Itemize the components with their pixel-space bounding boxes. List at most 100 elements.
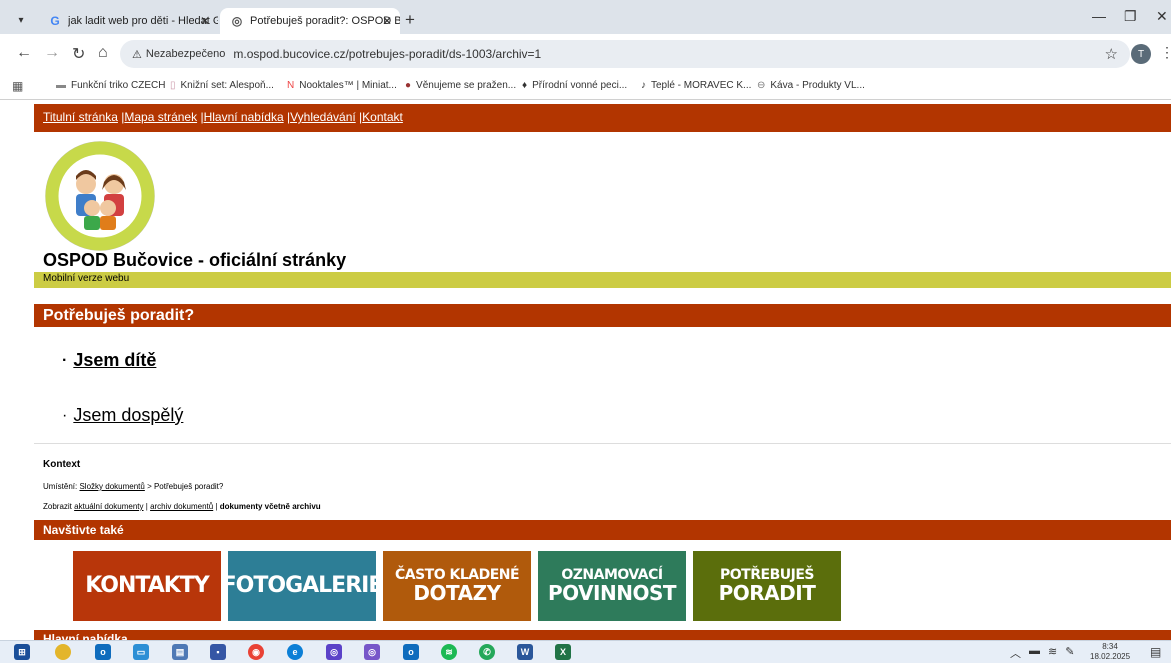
menu-icon[interactable]: ⋮: [1160, 44, 1171, 61]
bookmark-item[interactable]: ▯ Knižní set: Alespoň...: [170, 80, 274, 91]
link-i-am-adult[interactable]: Jsem dospělý: [73, 405, 183, 426]
nav-link-contact[interactable]: Kontakt: [362, 110, 403, 124]
promo-faq-button[interactable]: ČASTO KLADENÉ DOTAZY: [383, 551, 531, 621]
url-text[interactable]: m.ospod.bucovice.cz/potrebujes-poradit/d…: [233, 47, 541, 61]
minimize-icon[interactable]: —: [1092, 8, 1106, 24]
bookmark-star-icon[interactable]: ☆: [1105, 45, 1118, 63]
wifi-icon[interactable]: ≋: [1048, 645, 1057, 661]
filter-link-current[interactable]: aktuální dokumenty: [74, 502, 143, 511]
bookmark-item[interactable]: ⊖ Káva - Produkty VL...: [757, 80, 865, 91]
bookmark-label: Přírodní vonné peci...: [532, 80, 628, 91]
nav-link-main-menu[interactable]: Hlavní nabídka: [204, 110, 284, 124]
apps-icon[interactable]: ▦: [12, 79, 23, 93]
bookmark-item[interactable]: ● Věnujeme se pražen...: [405, 80, 516, 91]
avatar[interactable]: T: [1131, 44, 1151, 64]
battery-icon[interactable]: ▬: [1029, 645, 1040, 661]
tab-active[interactable]: ◎ Potřebuješ poradit?: OSPOD Bu ✕: [220, 8, 400, 34]
clock-date: 18.02.2025: [1090, 652, 1131, 661]
bookmark-favicon-icon: N: [287, 80, 295, 91]
promo-label-line2: DOTAZY: [413, 580, 501, 605]
new-tab-button[interactable]: +: [405, 10, 415, 30]
main-menu-title: Hlavní nabídka: [43, 632, 128, 640]
app-icon[interactable]: ◎: [364, 644, 380, 660]
whatsapp-icon[interactable]: ✆: [479, 644, 495, 660]
filter-separator: |: [145, 502, 148, 511]
filter-separator: |: [215, 502, 218, 511]
site-top-nav: Titulní stránka |Mapa stránek |Hlavní na…: [34, 104, 1171, 132]
bookmark-label: Knižní set: Alespoň...: [180, 80, 274, 91]
nav-link-home[interactable]: Titulní stránka: [43, 110, 118, 124]
clock-time: 8:34: [1102, 642, 1118, 651]
globe-icon: ◎: [231, 14, 243, 28]
close-icon[interactable]: ✕: [200, 14, 210, 28]
promo-notification-duty-button[interactable]: OZNAMOVACÍ POVINNOST: [538, 551, 686, 621]
bookmark-favicon-icon: ⊖: [757, 80, 766, 91]
outlook-mail-icon[interactable]: o: [403, 644, 419, 660]
forward-icon[interactable]: →: [44, 44, 60, 62]
chevron-up-icon[interactable]: ︿: [1010, 645, 1021, 661]
edge-icon[interactable]: e: [287, 644, 303, 660]
app-icon[interactable]: ◎: [326, 644, 342, 660]
spotify-icon[interactable]: ≋: [441, 644, 457, 660]
bookmark-item[interactable]: ♪ Teplé - MORAVEC K...: [641, 80, 751, 91]
nav-link-search[interactable]: Vyhledávání: [290, 110, 356, 124]
tab-list-button[interactable]: ▾: [10, 10, 32, 30]
link-i-am-child[interactable]: Jsem dítě: [73, 350, 156, 371]
security-indicator[interactable]: ⚠ Nezabezpečeno: [132, 48, 225, 61]
section-heading-bar: Potřebuješ poradit?: [34, 304, 1171, 327]
reload-icon[interactable]: ↻: [72, 44, 85, 64]
filter-link-archive[interactable]: archiv dokumentů: [150, 502, 213, 511]
tab-title: jak ladit web pro děti - Hledat G: [68, 15, 218, 27]
maximize-icon[interactable]: ❐: [1124, 8, 1137, 25]
tab-search[interactable]: G jak ladit web pro děti - Hledat G ✕: [38, 8, 218, 34]
breadcrumb-link-folders[interactable]: Složky dokumentů: [79, 482, 144, 491]
mobile-version-label: Mobilní verze webu: [43, 273, 130, 284]
promo-need-advice-button[interactable]: POTŘEBUJEŠ PORADIT: [693, 551, 841, 621]
site-logo[interactable]: [44, 140, 156, 252]
promo-gallery-button[interactable]: FOTOGALERIE: [222, 551, 383, 621]
home-icon[interactable]: ⌂: [98, 44, 108, 62]
notification-icon[interactable]: ▤: [1150, 645, 1161, 659]
filter-prefix: Zobrazit: [43, 502, 72, 511]
promo-label-line2: POVINNOST: [547, 580, 677, 605]
section-title: Potřebuješ poradit?: [43, 307, 195, 324]
file-explorer-icon[interactable]: ▭: [133, 644, 149, 660]
bookmark-item[interactable]: ▬ Funkční triko CZECH: [56, 80, 165, 91]
address-bar[interactable]: ⚠ Nezabezpečeno m.ospod.bucovice.cz/potre…: [120, 40, 1130, 68]
word-icon[interactable]: W: [517, 644, 533, 660]
excel-icon[interactable]: X: [555, 644, 571, 660]
bookmark-item[interactable]: N Nooktales™ | Miniat...: [287, 80, 397, 91]
context-heading: Kontext: [43, 459, 81, 470]
web-page: Titulní stránka | Mapa stránek | Hlavní na…: [0, 100, 1171, 640]
security-label: Nezabezpečeno: [145, 48, 226, 60]
store-icon[interactable]: ▤: [172, 644, 188, 660]
list-item: · Jsem dítě: [62, 350, 156, 371]
promo-contacts-button[interactable]: KONTAKTY: [73, 551, 221, 621]
pen-icon[interactable]: ✎: [1065, 645, 1074, 661]
system-tray: ︿ ▬ ≋ ✎: [1010, 645, 1074, 661]
filter-selected: dokumenty včetně archivu: [219, 502, 321, 511]
chrome-icon[interactable]: ◉: [248, 644, 264, 660]
bullet-icon: ·: [62, 351, 68, 369]
save-app-icon[interactable]: ▪: [210, 644, 226, 660]
warning-icon: ⚠: [132, 48, 142, 61]
search-icon[interactable]: [55, 644, 71, 660]
tab-bar: ▾ G jak ladit web pro děti - Hledat G ✕ …: [0, 0, 1171, 34]
promo-label: KONTAKTY: [85, 573, 209, 599]
bookmark-item[interactable]: ♦ Přírodní vonné peci...: [522, 80, 627, 91]
back-icon[interactable]: ←: [16, 44, 32, 62]
close-window-icon[interactable]: ✕: [1156, 8, 1168, 25]
bullet-icon: ·: [62, 406, 68, 424]
bookmark-label: Nooktales™ | Miniat...: [299, 80, 397, 91]
bookmark-favicon-icon: ▯: [170, 80, 176, 91]
windows-start-icon[interactable]: ⊞: [14, 644, 30, 660]
promo-label-line2: PORADIT: [718, 580, 816, 605]
clock[interactable]: 8:34 18.02.2025: [1090, 642, 1130, 662]
nav-link-sitemap[interactable]: Mapa stránek: [124, 110, 197, 124]
bookmark-label: Věnujeme se pražen...: [416, 80, 517, 91]
bookmark-favicon-icon: ●: [405, 80, 412, 91]
outlook-icon[interactable]: o: [95, 644, 111, 660]
divider: [34, 443, 1171, 444]
close-icon[interactable]: ✕: [382, 14, 392, 28]
bookmark-favicon-icon: ♪: [641, 80, 646, 91]
